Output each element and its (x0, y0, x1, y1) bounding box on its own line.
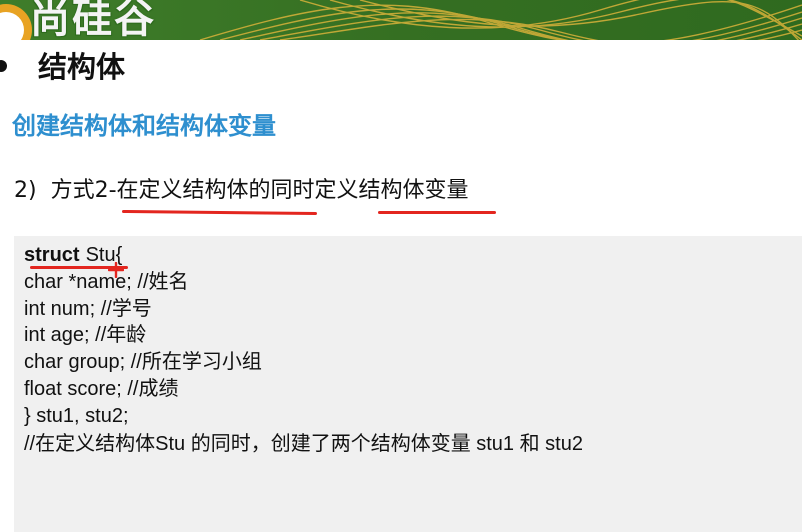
code-line: float score; //成绩 (24, 377, 179, 400)
annotation-underline-2 (378, 211, 496, 214)
code-line: int num; //学号 (24, 297, 152, 320)
slide-heading: 结构体 (38, 50, 126, 84)
method-number: 2) (14, 178, 37, 203)
method-line: 2) 方式2-在定义结构体的同时定义结构体变量 (14, 172, 469, 204)
code-line: int age; //年龄 (24, 324, 147, 347)
logo-text: 尚硅谷 (30, 0, 156, 40)
bullet-dot (0, 60, 7, 72)
code-block: struct Stu{ char *name; //姓名 int num; //学… (14, 236, 802, 532)
code-line: } stu1, stu2; (24, 404, 129, 427)
cursor-cross-icon (108, 262, 124, 278)
header-banner: 尚硅谷 (0, 0, 802, 40)
annotation-underline-1 (121, 209, 318, 216)
code-comment-line: //在定义结构体Stu 的同时，创建了两个结构体变量 stu1 和 stu2 (24, 432, 583, 455)
code-keyword-struct: struct (24, 244, 80, 266)
code-line: char group; //所在学习小组 (24, 351, 262, 374)
method-text: 方式2-在定义结构体的同时定义结构体变量 (50, 178, 469, 203)
slide-subheading: 创建结构体和结构体变量 (12, 112, 276, 140)
